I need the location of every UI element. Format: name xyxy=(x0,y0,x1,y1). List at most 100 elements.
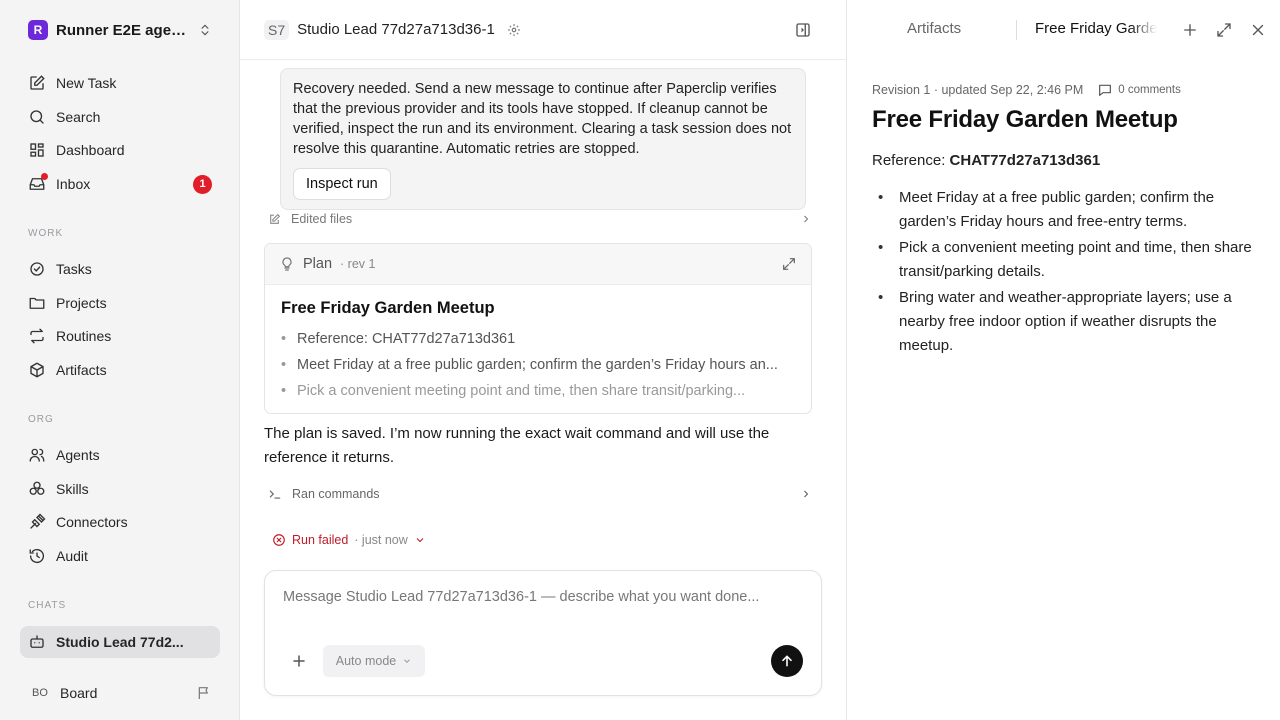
mode-label: Auto mode xyxy=(335,654,397,668)
x-circle-icon xyxy=(272,533,286,547)
sidebar-item-routines[interactable]: Routines xyxy=(20,321,220,351)
close-icon[interactable] xyxy=(1249,21,1267,39)
message-composer: Auto mode xyxy=(264,570,822,696)
comments-link[interactable]: 0 comments xyxy=(1097,82,1181,98)
plan-header: Plan · rev 1 xyxy=(265,244,811,285)
workspace-switcher[interactable]: R Runner E2E agen... xyxy=(20,14,220,46)
tab-current-artifact[interactable]: Free Friday Garden Meetup xyxy=(1035,20,1157,37)
search-icon xyxy=(28,108,46,126)
chat-header: S7 Studio Lead 77d27a713d36-1 xyxy=(240,0,846,60)
chevron-updown-icon xyxy=(198,23,212,37)
comments-count: 0 comments xyxy=(1118,84,1181,96)
plan-revision: · rev 1 xyxy=(340,257,376,271)
sidebar-item-label: Tasks xyxy=(56,261,92,277)
workspace-logo: R xyxy=(28,20,48,40)
mode-select[interactable]: Auto mode xyxy=(323,645,425,677)
edit-icon xyxy=(268,213,281,226)
run-status-label: Run failed xyxy=(292,533,349,547)
box-icon xyxy=(28,361,46,379)
bot-icon xyxy=(28,633,46,651)
sidebar-item-search[interactable]: Search xyxy=(20,102,220,132)
plan-list: Reference: CHAT77d27a713d361 Meet Friday… xyxy=(281,326,795,404)
artifact-list: Meet Friday at a free public garden; con… xyxy=(872,186,1262,360)
folder-icon xyxy=(28,294,46,312)
ran-commands-row[interactable]: Ran commands xyxy=(268,484,812,504)
chevron-down-icon xyxy=(414,534,426,546)
terminal-icon xyxy=(268,487,282,501)
expand-icon[interactable] xyxy=(1215,21,1233,39)
sidebar-item-label: Audit xyxy=(56,548,88,564)
artifact-list-item: Pick a convenient meeting point and time… xyxy=(872,236,1262,284)
run-status-time: · just now xyxy=(354,533,408,547)
section-label-work: WORK xyxy=(28,228,64,239)
sidebar-item-label: Projects xyxy=(56,295,107,311)
edit-icon xyxy=(28,74,46,92)
ran-commands-label: Ran commands xyxy=(292,487,380,501)
reference-label: Reference: xyxy=(872,152,946,169)
sidebar-item-agents[interactable]: Agents xyxy=(20,440,220,470)
workspace-name: Runner E2E agen... xyxy=(56,21,190,39)
artifact-list-item: Meet Friday at a free public garden; con… xyxy=(872,186,1262,234)
recovery-text: Recovery needed. Send a new message to c… xyxy=(293,81,792,157)
sidebar-item-connectors[interactable]: Connectors xyxy=(20,507,220,537)
check-circle-icon xyxy=(28,260,46,278)
send-button[interactable] xyxy=(771,645,803,677)
edited-files-label: Edited files xyxy=(291,212,353,226)
agent-badge: S7 xyxy=(264,19,290,40)
artifact-tabs: Artifacts Free Friday Garden Meetup xyxy=(847,0,1280,60)
sidebar-item-skills[interactable]: Skills xyxy=(20,474,220,504)
sidebar-item-label: Artifacts xyxy=(56,362,107,378)
sidebar-item-inbox[interactable]: Inbox 1 xyxy=(20,169,220,199)
sidebar-item-label: Routines xyxy=(56,328,112,344)
panel-toggle-icon[interactable] xyxy=(794,21,812,39)
inspect-run-button[interactable]: Inspect run xyxy=(293,168,391,200)
section-label-org: ORG xyxy=(28,414,54,425)
flag-icon[interactable] xyxy=(196,685,212,701)
skills-icon xyxy=(28,480,46,498)
assistant-message: The plan is saved. I’m now running the e… xyxy=(264,425,770,466)
gear-icon[interactable] xyxy=(507,23,521,37)
add-attachment-icon[interactable] xyxy=(289,651,309,671)
sidebar-item-audit[interactable]: Audit xyxy=(20,541,220,571)
avatar: BO xyxy=(32,687,48,699)
repeat-icon xyxy=(28,327,46,345)
users-icon xyxy=(28,446,46,464)
sidebar-item-label: Connectors xyxy=(56,514,128,530)
plus-icon[interactable] xyxy=(1181,21,1199,39)
revision-info: Revision 1 · updated Sep 22, 2:46 PM xyxy=(872,83,1084,97)
lightbulb-icon xyxy=(279,256,295,272)
plan-item: Reference: CHAT77d27a713d361 xyxy=(281,326,795,352)
sidebar: R Runner E2E agen... New Task Search Das… xyxy=(0,0,240,720)
edited-files-row[interactable]: Edited files xyxy=(268,210,812,228)
tab-artifacts[interactable]: Artifacts xyxy=(907,20,961,37)
sidebar-item-artifacts[interactable]: Artifacts xyxy=(20,355,220,385)
chevron-right-icon xyxy=(800,488,812,500)
sidebar-chat-studio-lead[interactable]: Studio Lead 77d2... xyxy=(20,626,220,658)
sidebar-item-projects[interactable]: Projects xyxy=(20,288,220,318)
plan-title: Free Friday Garden Meetup xyxy=(281,299,495,317)
inbox-badge: 1 xyxy=(193,174,212,194)
comment-icon xyxy=(1097,82,1113,98)
unread-dot xyxy=(41,173,48,180)
history-icon xyxy=(28,547,46,565)
sidebar-item-label: Skills xyxy=(56,481,89,497)
run-status[interactable]: Run failed · just now xyxy=(272,530,426,550)
tab-divider xyxy=(1016,20,1017,40)
expand-icon[interactable] xyxy=(781,256,797,272)
artifact-meta: Revision 1 · updated Sep 22, 2:46 PM 0 c… xyxy=(872,82,1181,98)
board-user[interactable]: BO Board xyxy=(20,678,220,708)
section-label-chats: CHATS xyxy=(28,600,67,611)
inbox-icon xyxy=(28,173,48,193)
sidebar-item-label: Agents xyxy=(56,447,100,463)
sidebar-item-new-task[interactable]: New Task xyxy=(20,68,220,98)
sidebar-item-dashboard[interactable]: Dashboard xyxy=(20,135,220,165)
plan-label: Plan xyxy=(303,256,333,272)
message-input[interactable] xyxy=(283,589,803,629)
dashboard-icon xyxy=(28,141,46,159)
sidebar-item-tasks[interactable]: Tasks xyxy=(20,254,220,284)
board-label: Board xyxy=(60,685,98,701)
sidebar-item-label: Dashboard xyxy=(56,142,125,158)
sidebar-item-label: Inbox xyxy=(56,176,91,192)
sidebar-item-label: New Task xyxy=(56,75,117,91)
artifact-panel: Artifacts Free Friday Garden Meetup Revi… xyxy=(846,0,1280,720)
